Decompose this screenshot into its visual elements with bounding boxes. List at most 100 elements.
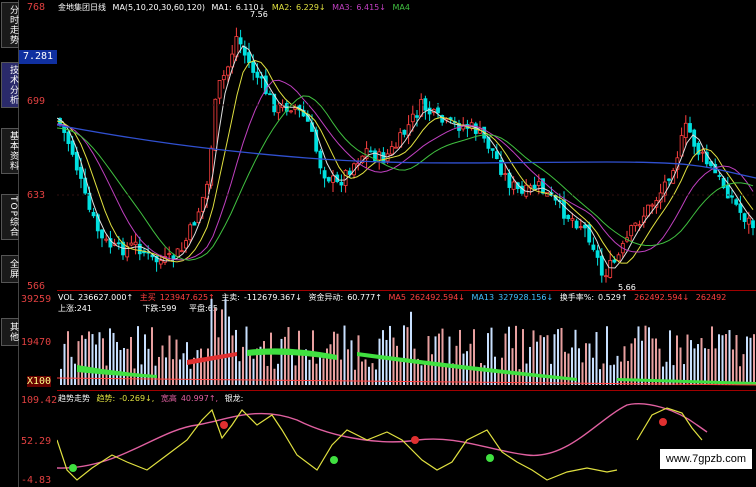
kline-chart[interactable]	[57, 0, 756, 487]
volume-bar	[602, 363, 605, 385]
volume-bar	[595, 332, 598, 385]
ma1-line	[57, 45, 754, 269]
candle-body	[158, 260, 163, 265]
candle-body	[595, 250, 600, 258]
candle-body	[570, 218, 575, 221]
candle-body	[667, 178, 671, 181]
volume-bar	[753, 334, 755, 385]
trend-sell-dot	[659, 418, 667, 426]
candle-body	[604, 275, 608, 278]
volume-bar	[88, 331, 90, 385]
volume-bar	[529, 346, 531, 385]
volume-bar	[473, 329, 475, 385]
volume-bar	[308, 359, 311, 385]
volume-bar	[693, 348, 696, 385]
volume-bar	[252, 358, 255, 385]
axis-label-768: 768	[27, 2, 46, 13]
candle-body	[171, 255, 176, 260]
volume-bar	[410, 311, 412, 385]
volume-bar	[511, 348, 514, 385]
volume-bar	[126, 348, 129, 385]
candle-body	[692, 129, 697, 147]
candle-body	[427, 107, 432, 115]
volume-bar	[228, 316, 230, 385]
volume-bar	[613, 364, 615, 385]
volume-bar	[522, 329, 524, 385]
volume-bar	[725, 334, 727, 385]
volume-bar	[574, 329, 577, 385]
volume-bar	[504, 333, 507, 385]
candle-body	[251, 61, 256, 73]
axis-label-633: 633	[27, 190, 46, 201]
trend-buy-dot	[69, 464, 77, 472]
tab-fundamentals[interactable]: 基本资料	[1, 128, 19, 174]
volume-bar	[217, 337, 220, 385]
candle-body	[247, 52, 251, 63]
candle-body	[503, 173, 508, 176]
volume-bar	[515, 325, 517, 385]
volume-bar	[469, 343, 472, 385]
candle-body	[322, 170, 327, 179]
tab-top-overview[interactable]: TOP综合	[1, 194, 19, 240]
volume-bar	[592, 357, 594, 385]
volume-bar	[396, 345, 398, 385]
candle-body	[116, 242, 121, 245]
candle-body	[511, 181, 516, 190]
candle-body	[738, 203, 743, 213]
candle-body	[578, 226, 583, 229]
candle-body	[100, 229, 104, 239]
low-annotation: 5.66	[618, 283, 636, 292]
volume-bar	[119, 349, 122, 385]
volume-bar	[697, 344, 699, 385]
volume-bar	[651, 338, 654, 385]
volume-bar	[280, 338, 283, 385]
volume-bar	[270, 332, 272, 385]
volume-bar	[746, 336, 748, 385]
candle-body	[175, 248, 180, 257]
volume-bar	[70, 356, 73, 385]
tab-other[interactable]: 其他	[1, 318, 19, 346]
volume-bar	[480, 363, 482, 385]
price-axis: 768 699 633 566 39259 19470 X100 109.42 …	[19, 0, 57, 487]
volume-bar	[284, 336, 286, 385]
volume-bar	[714, 348, 717, 385]
volume-bar	[690, 340, 692, 385]
volume-bar	[81, 335, 83, 385]
volume-bar	[700, 338, 703, 385]
candle-body	[377, 151, 382, 161]
volume-bar	[434, 336, 437, 385]
trend-buy-dot	[486, 454, 494, 462]
trend-sell-dot	[411, 436, 419, 444]
candle-body	[646, 204, 650, 217]
candle-body	[402, 129, 407, 135]
volume-bar	[242, 346, 244, 385]
ma4-line	[57, 95, 754, 261]
volume-bar	[655, 338, 657, 385]
candle-body	[188, 224, 193, 241]
volume-bar	[644, 325, 647, 385]
volume-bar	[564, 351, 566, 385]
tab-fenshi[interactable]: 分时走势	[1, 2, 19, 48]
volume-bar	[165, 357, 167, 385]
candle-body	[179, 250, 184, 253]
volume-bar	[235, 329, 237, 385]
candle-body	[490, 148, 495, 151]
volume-bar	[294, 365, 297, 385]
volume-bar	[679, 347, 682, 385]
ma2-line	[57, 59, 754, 264]
volume-bar	[581, 362, 584, 385]
candle-body	[104, 238, 109, 241]
volume-bar	[189, 368, 192, 385]
axis-label-566: 566	[27, 281, 46, 292]
volume-bar	[231, 335, 234, 385]
tab-technical[interactable]: 技术分析	[1, 62, 19, 108]
candle-body	[688, 123, 692, 133]
volume-bar	[144, 334, 146, 385]
candle-body	[268, 93, 272, 96]
candle-body	[213, 98, 218, 151]
volume-bar	[329, 344, 332, 385]
volume-bar	[487, 333, 489, 385]
tab-fullscreen[interactable]: 全屏	[1, 255, 19, 283]
high-annotation: 7.56	[250, 10, 268, 19]
volume-bar	[210, 298, 213, 385]
